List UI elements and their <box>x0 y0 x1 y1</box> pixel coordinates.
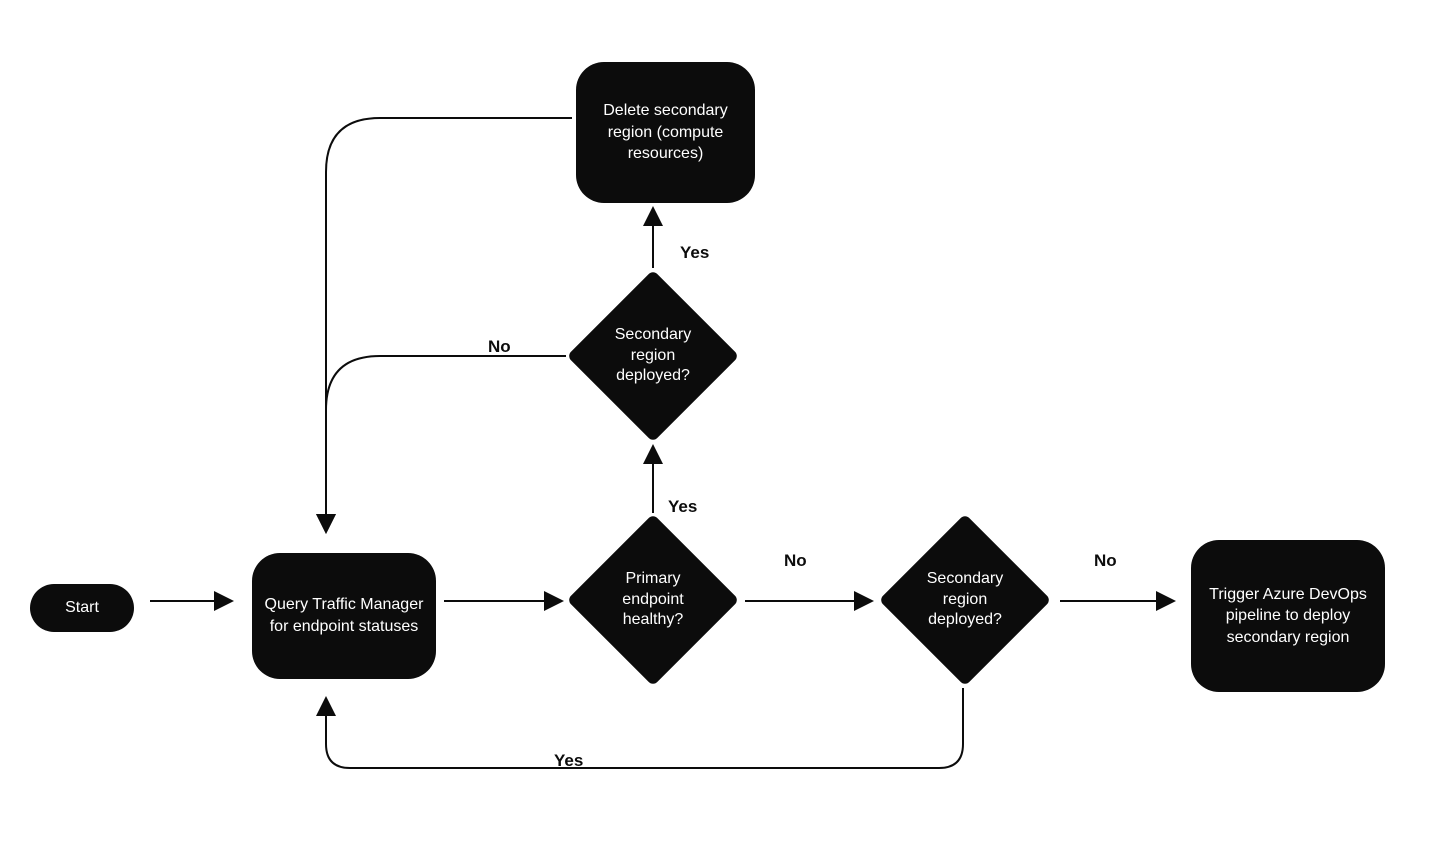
node-start: Start <box>30 584 134 632</box>
node-primary-healthy-label: Primary endpoint healthy? <box>602 569 704 631</box>
flowchart-canvas: Start Query Traffic Manager for endpoint… <box>0 0 1442 842</box>
node-trigger-pipeline: Trigger Azure DevOps pipeline to deploy … <box>1191 540 1385 692</box>
edge-secondary-right-no: No <box>1094 551 1117 571</box>
node-secondary-deployed-top: Secondary region deployed? <box>592 295 714 417</box>
node-trigger-pipeline-label: Trigger Azure DevOps pipeline to deploy … <box>1203 584 1373 649</box>
node-secondary-right-label: Secondary region deployed? <box>914 569 1016 631</box>
node-secondary-top-label: Secondary region deployed? <box>602 325 704 387</box>
node-delete-secondary-label: Delete secondary region (compute resourc… <box>588 100 743 165</box>
edge-primary-no: No <box>784 551 807 571</box>
node-query-label: Query Traffic Manager for endpoint statu… <box>264 594 424 637</box>
node-start-label: Start <box>65 597 99 619</box>
node-delete-secondary: Delete secondary region (compute resourc… <box>576 62 755 203</box>
edge-secondary-top-yes: Yes <box>680 243 709 263</box>
node-query: Query Traffic Manager for endpoint statu… <box>252 553 436 679</box>
edge-primary-yes: Yes <box>668 497 697 517</box>
node-secondary-deployed-right: Secondary region deployed? <box>904 539 1026 661</box>
node-primary-healthy: Primary endpoint healthy? <box>592 539 714 661</box>
edge-secondary-top-no: No <box>488 337 511 357</box>
edge-secondary-right-yes: Yes <box>554 751 583 771</box>
